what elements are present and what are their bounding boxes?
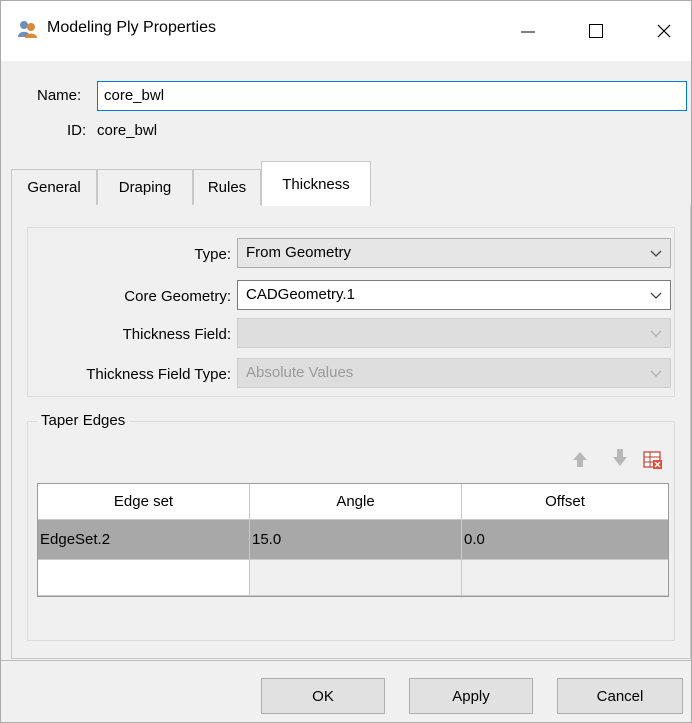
core-geometry-value: CADGeometry.1 bbox=[246, 286, 355, 303]
close-icon bbox=[657, 24, 671, 38]
name-label: Name: bbox=[37, 87, 82, 104]
column-header-offset[interactable]: Offset bbox=[462, 484, 668, 520]
cell-angle[interactable] bbox=[250, 560, 462, 596]
cancel-label: Cancel bbox=[596, 687, 644, 705]
tab-label: Rules bbox=[207, 179, 247, 196]
tab-rules[interactable]: Rules bbox=[193, 169, 261, 205]
apply-button[interactable]: Apply bbox=[409, 678, 533, 714]
maximize-button[interactable] bbox=[573, 1, 619, 61]
maximize-icon bbox=[589, 24, 603, 38]
name-input[interactable]: core_bwl bbox=[97, 81, 687, 111]
move-up-icon[interactable] bbox=[571, 449, 589, 473]
column-header-label: Angle bbox=[336, 493, 375, 510]
thickness-field-label: Thickness Field: bbox=[122, 326, 231, 343]
chevron-down-icon bbox=[650, 370, 662, 377]
tab-draping[interactable]: Draping bbox=[97, 169, 193, 205]
cancel-button[interactable]: Cancel bbox=[557, 678, 683, 714]
chevron-down-icon bbox=[650, 330, 662, 337]
column-header-label: Offset bbox=[545, 493, 585, 510]
tab-general[interactable]: General bbox=[11, 169, 97, 205]
type-label: Type: bbox=[194, 246, 231, 263]
taper-edges-table: Edge set Angle Offset EdgeSet.2 15.0 0.0 bbox=[37, 483, 669, 597]
move-down-icon[interactable] bbox=[611, 447, 629, 473]
cell-offset[interactable] bbox=[462, 560, 668, 596]
ok-label: OK bbox=[312, 687, 334, 705]
column-header-edge-set[interactable]: Edge set bbox=[38, 484, 250, 520]
cell-angle[interactable]: 15.0 bbox=[250, 520, 462, 560]
close-button[interactable] bbox=[641, 1, 687, 61]
core-geometry-label: Core Geometry: bbox=[124, 288, 231, 305]
tab-thickness[interactable]: Thickness bbox=[261, 161, 371, 206]
minimize-button[interactable] bbox=[505, 1, 551, 61]
column-header-label: Edge set bbox=[113, 493, 174, 510]
type-value: From Geometry bbox=[246, 244, 352, 261]
taper-edges-label: Taper Edges bbox=[37, 412, 130, 429]
window-title: Modeling Ply Properties bbox=[47, 19, 216, 36]
id-value: core_bwl bbox=[97, 122, 158, 139]
id-label: ID: bbox=[67, 122, 87, 139]
chevron-down-icon bbox=[650, 250, 662, 257]
cell-offset[interactable]: 0.0 bbox=[462, 520, 668, 560]
cell-edge-set[interactable] bbox=[38, 560, 250, 596]
column-header-angle[interactable]: Angle bbox=[250, 484, 462, 520]
tab-label: Thickness bbox=[282, 175, 350, 193]
chevron-down-icon bbox=[650, 292, 662, 299]
title-bar[interactable]: Modeling Ply Properties bbox=[1, 1, 691, 61]
delete-row-icon[interactable] bbox=[643, 450, 663, 474]
thickness-field-type-label: Thickness Field Type: bbox=[86, 366, 231, 383]
type-select[interactable]: From Geometry bbox=[237, 238, 671, 268]
dialog-window: Modeling Ply Properties Name: core_bwl I… bbox=[0, 0, 692, 723]
thickness-field-type-value: Absolute Values bbox=[246, 364, 354, 381]
core-geometry-select[interactable]: CADGeometry.1 bbox=[237, 280, 671, 310]
divider bbox=[1, 660, 691, 661]
thickness-field-select[interactable] bbox=[237, 318, 671, 348]
modeling-ply-icon bbox=[17, 19, 39, 39]
thickness-field-type-select[interactable]: Absolute Values bbox=[237, 358, 671, 388]
tab-label: General bbox=[27, 179, 81, 196]
minimize-icon bbox=[521, 31, 535, 33]
cell-edge-set[interactable]: EdgeSet.2 bbox=[38, 520, 250, 560]
tab-label: Draping bbox=[118, 179, 172, 196]
apply-label: Apply bbox=[452, 687, 490, 705]
ok-button[interactable]: OK bbox=[261, 678, 385, 714]
